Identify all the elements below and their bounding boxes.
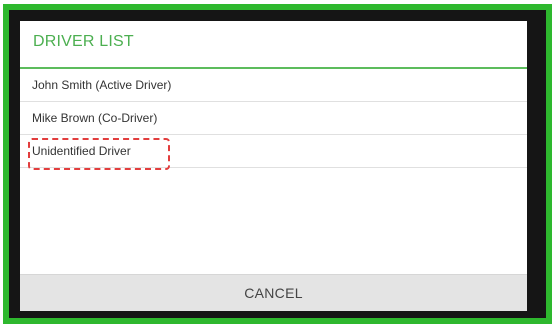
- list-item-mike-brown[interactable]: Mike Brown (Co-Driver): [20, 102, 527, 135]
- list-item-john-smith[interactable]: John Smith (Active Driver): [20, 69, 527, 102]
- driver-list-dialog: DRIVER LIST John Smith (Active Driver) M…: [20, 21, 527, 311]
- list-item-label: John Smith (Active Driver): [32, 78, 172, 92]
- dialog-header: DRIVER LIST: [20, 21, 527, 69]
- list-item-label: Mike Brown (Co-Driver): [32, 111, 158, 125]
- list-item-unidentified-driver[interactable]: Unidentified Driver: [20, 135, 527, 168]
- dialog-title: DRIVER LIST: [33, 33, 134, 50]
- cancel-button[interactable]: CANCEL: [20, 275, 527, 311]
- dialog-footer: CANCEL: [20, 274, 527, 311]
- driver-list: John Smith (Active Driver) Mike Brown (C…: [20, 69, 527, 168]
- list-item-label: Unidentified Driver: [32, 144, 131, 158]
